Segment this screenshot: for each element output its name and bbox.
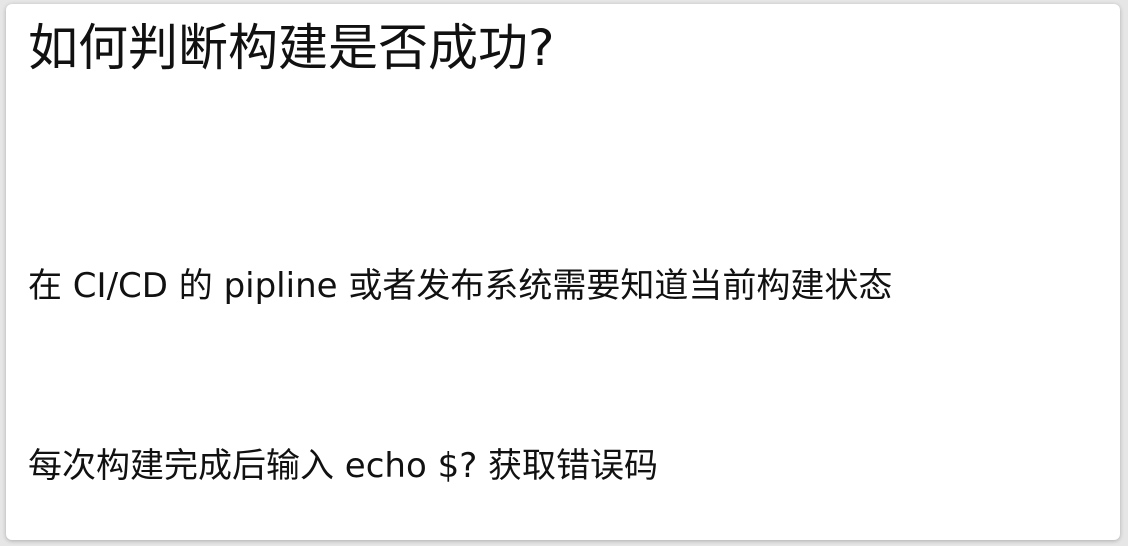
- slide-title: 如何判断构建是否成功?: [28, 19, 555, 77]
- body-text-line: 每次构建完成后输入 echo $? 获取错误码: [28, 446, 659, 486]
- slide: 如何判断构建是否成功? 在 CI/CD 的 pipline 或者发布系统需要知道…: [6, 4, 1120, 540]
- body-text-line: 在 CI/CD 的 pipline 或者发布系统需要知道当前构建状态: [28, 266, 893, 306]
